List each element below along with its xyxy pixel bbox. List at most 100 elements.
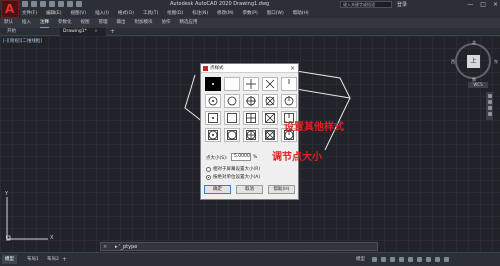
- annotation-scale-icon[interactable]: [426, 257, 431, 262]
- dialog-close-icon[interactable]: ×: [290, 64, 295, 73]
- ortho-toggle-icon[interactable]: [390, 257, 395, 262]
- tab-addins[interactable]: 附加模块: [135, 18, 153, 28]
- customization-menu-icon[interactable]: [444, 257, 449, 262]
- save-icon[interactable]: [40, 1, 46, 7]
- tab-view[interactable]: 视图: [81, 18, 90, 28]
- grid-toggle-icon[interactable]: [372, 257, 377, 262]
- point-size-input[interactable]: 5.0000: [231, 153, 251, 161]
- viewcube[interactable]: 上 北 南 西 东: [451, 40, 498, 82]
- menu-tools[interactable]: 工具(T): [143, 10, 158, 18]
- point-style-option[interactable]: [281, 77, 297, 91]
- point-style-option[interactable]: [243, 94, 259, 108]
- menu-draw[interactable]: 绘图(D): [167, 10, 183, 18]
- viewcube-east[interactable]: 东: [494, 59, 498, 65]
- print-icon[interactable]: [58, 1, 64, 7]
- viewcube-north[interactable]: 北: [472, 40, 476, 46]
- point-style-option[interactable]: [205, 128, 221, 142]
- radio-relative-size[interactable]: 相对于屏幕设置大小(R): [206, 166, 260, 172]
- login-button[interactable]: 登录: [397, 1, 407, 8]
- orbit-icon[interactable]: [487, 112, 492, 116]
- point-style-option[interactable]: [281, 94, 297, 108]
- autocad-logo[interactable]: A: [1, 0, 19, 18]
- workspace-gear-icon[interactable]: [435, 257, 440, 262]
- osnap-toggle-icon[interactable]: [408, 257, 413, 262]
- point-style-option[interactable]: [243, 128, 259, 142]
- point-style-option[interactable]: [205, 77, 221, 91]
- point-style-option[interactable]: [243, 111, 259, 125]
- menu-modify[interactable]: 修改(M): [217, 10, 233, 18]
- point-style-option[interactable]: [262, 111, 278, 125]
- status-bar: 模型 布局1 布局2 + 模型: [0, 252, 500, 266]
- command-input[interactable]: ▸ '_ptype: [115, 243, 137, 251]
- redo-icon[interactable]: [76, 1, 82, 7]
- point-style-option[interactable]: [262, 128, 278, 142]
- point-style-option[interactable]: [224, 94, 240, 108]
- polar-toggle-icon[interactable]: [399, 257, 404, 262]
- maximize-button[interactable]: □: [480, 1, 486, 8]
- tab-manage[interactable]: 管理: [99, 18, 108, 28]
- snap-toggle-icon[interactable]: [381, 257, 386, 262]
- menu-help[interactable]: 帮助(H): [293, 10, 309, 18]
- menu-window[interactable]: 窗口(W): [267, 10, 284, 18]
- wcs-menu[interactable]: WCS: [468, 82, 488, 88]
- minimize-button[interactable]: —: [467, 1, 473, 8]
- new-tab-icon[interactable]: +: [110, 28, 115, 36]
- dialog-title-bar[interactable]: 点样式 ×: [201, 64, 298, 73]
- tab-insert[interactable]: 插入: [22, 18, 31, 28]
- doc-tab-drawing[interactable]: Drawing1* ×: [60, 28, 106, 36]
- help-button[interactable]: 帮助(H): [268, 185, 295, 194]
- viewcube-top-face[interactable]: 上: [467, 55, 480, 68]
- layout-tab-layout2[interactable]: 布局2: [44, 255, 62, 264]
- layout-tab-model[interactable]: 模型: [2, 255, 17, 264]
- radio-relative-button[interactable]: [206, 166, 211, 172]
- command-close-icon[interactable]: ×: [103, 243, 107, 251]
- tab-featured-apps[interactable]: 精选应用: [180, 18, 198, 28]
- point-style-option[interactable]: [224, 111, 240, 125]
- steering-wheel-icon[interactable]: [487, 94, 492, 98]
- point-style-option[interactable]: [224, 77, 240, 91]
- ok-button[interactable]: 确定: [204, 185, 231, 194]
- lineweight-toggle-icon[interactable]: [417, 257, 422, 262]
- command-line[interactable]: × ▸ '_ptype: [100, 242, 378, 251]
- layout-tab-layout1[interactable]: 布局1: [24, 255, 42, 264]
- tab-default[interactable]: 默认: [4, 18, 13, 28]
- model-space-toggle[interactable]: 模型: [356, 256, 365, 262]
- radio-absolute-size[interactable]: 按绝对单位设置大小(A): [206, 174, 260, 180]
- point-style-option[interactable]: [262, 94, 278, 108]
- point-style-option[interactable]: [243, 77, 259, 91]
- tab-annotate[interactable]: 注释: [40, 18, 49, 28]
- close-button[interactable]: ×: [493, 1, 498, 8]
- viewport-controls[interactable]: [-][俯视][二维线框]: [3, 38, 42, 44]
- pan-icon[interactable]: [487, 100, 492, 104]
- menu-format[interactable]: 格式(O): [118, 10, 134, 18]
- point-style-option[interactable]: [224, 128, 240, 142]
- zoom-icon[interactable]: [487, 106, 492, 110]
- menu-view[interactable]: 视图(V): [70, 10, 86, 18]
- status-toggles: [372, 257, 449, 262]
- tab-output[interactable]: 输出: [117, 18, 126, 28]
- point-style-glyph-icon: [225, 78, 239, 90]
- new-file-icon[interactable]: [22, 1, 28, 7]
- menu-edit[interactable]: 编辑(E): [46, 10, 61, 18]
- point-size-label: 点大小(S):: [206, 156, 228, 161]
- add-layout-icon[interactable]: +: [62, 255, 67, 264]
- tab-collaborate[interactable]: 协作: [162, 18, 171, 28]
- open-file-icon[interactable]: [31, 1, 37, 7]
- menu-insert[interactable]: 插入(I): [95, 10, 109, 18]
- point-style-option[interactable]: [205, 111, 221, 125]
- cancel-button[interactable]: 取消: [236, 185, 263, 194]
- point-style-option[interactable]: [205, 94, 221, 108]
- doc-tab-close-icon[interactable]: ×: [94, 29, 98, 34]
- save-as-icon[interactable]: [49, 1, 55, 7]
- doc-tab-start[interactable]: 开始: [4, 28, 28, 36]
- menu-dimension[interactable]: 标注(N): [192, 10, 208, 18]
- viewcube-west[interactable]: 西: [451, 59, 455, 65]
- point-style-option[interactable]: [262, 77, 278, 91]
- menu-file[interactable]: 文件(F): [22, 10, 37, 18]
- radio-absolute-button[interactable]: [206, 174, 211, 180]
- undo-icon[interactable]: [67, 1, 73, 7]
- menu-parametric[interactable]: 参数(P): [243, 10, 258, 18]
- menu-bar: 文件(F) 编辑(E) 视图(V) 插入(I) 格式(O) 工具(T) 绘图(D…: [20, 10, 500, 18]
- tab-parametric[interactable]: 参数化: [58, 18, 72, 28]
- search-input[interactable]: 键入关键字或短语: [340, 1, 392, 8]
